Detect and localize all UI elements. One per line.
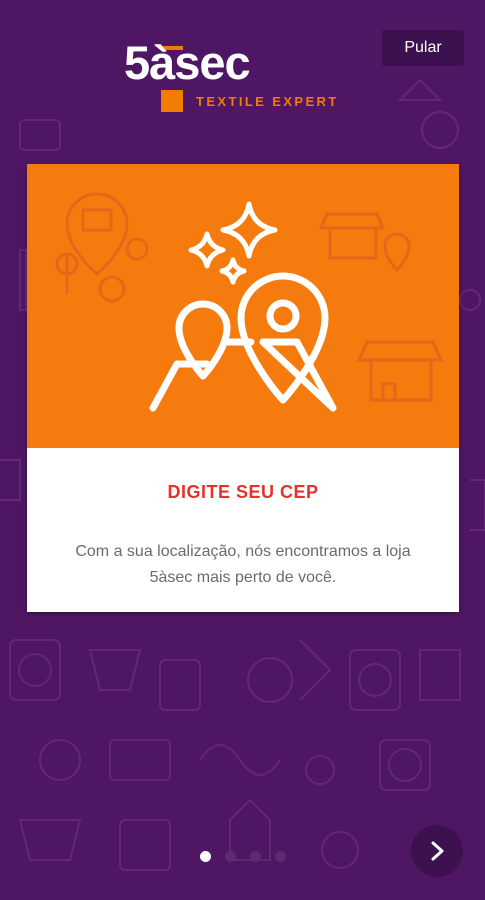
onboarding-card: DIGITE SEU CEP Com a sua localização, nó… <box>27 164 459 612</box>
page-dot-4[interactable] <box>275 851 286 862</box>
card-description: Com a sua localização, nós encontramos a… <box>75 543 411 586</box>
page-dot-2[interactable] <box>225 851 236 862</box>
skip-button[interactable]: Pular <box>382 30 464 66</box>
page-dot-3[interactable] <box>250 851 261 862</box>
next-button[interactable] <box>411 825 463 877</box>
brand-logo: 5àsec TEXTILE EXPERT <box>124 38 364 114</box>
page-indicator <box>200 851 290 863</box>
logo-accent-square <box>161 90 183 112</box>
map-pin-icon <box>55 192 444 412</box>
card-title: DIGITE SEU CEP <box>167 482 319 502</box>
logo-tagline: TEXTILE EXPERT <box>196 94 339 109</box>
page-dot-1[interactable] <box>200 851 211 862</box>
chevron-right-icon <box>431 841 444 861</box>
logo-text: 5àsec <box>124 36 251 89</box>
card-illustration <box>27 164 459 448</box>
